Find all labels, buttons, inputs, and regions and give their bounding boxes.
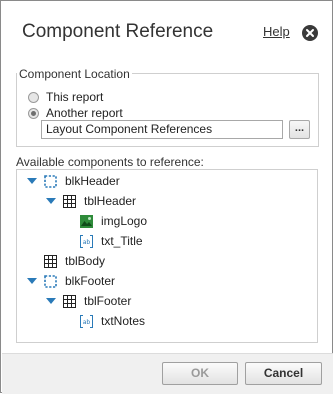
- tree-item-imglogo[interactable]: imgLogo: [80, 213, 147, 229]
- svg-text:ab: ab: [83, 319, 91, 326]
- block-icon: [44, 274, 57, 288]
- browse-button[interactable]: ...: [289, 120, 310, 139]
- components-tree[interactable]: blkHeader tblHeader imgLogo ab txt_Title: [16, 169, 318, 343]
- available-components-label: Available components to reference:: [16, 155, 204, 169]
- ok-button[interactable]: OK: [162, 362, 238, 385]
- expand-toggle-icon[interactable]: [46, 198, 56, 204]
- tree-item-label: txt_Title: [101, 234, 143, 248]
- cancel-button[interactable]: Cancel: [245, 362, 322, 385]
- expand-toggle-icon[interactable]: [27, 178, 37, 184]
- table-icon: [63, 294, 76, 308]
- report-name-input[interactable]: Layout Component References: [41, 120, 283, 139]
- help-link[interactable]: Help: [263, 24, 290, 39]
- component-location-legend: Component Location: [17, 67, 132, 81]
- expand-toggle-icon[interactable]: [46, 298, 56, 304]
- tree-item-blkheader[interactable]: blkHeader: [27, 173, 120, 189]
- tree-item-label: blkFooter: [65, 274, 116, 288]
- svg-text:ab: ab: [83, 239, 91, 246]
- tree-item-tblheader[interactable]: tblHeader: [46, 193, 136, 209]
- this-report-label: This report: [46, 90, 104, 104]
- tree-item-tblbody[interactable]: tblBody: [44, 253, 105, 269]
- tree-item-label: blkHeader: [65, 174, 120, 188]
- tree-item-label: imgLogo: [101, 214, 148, 228]
- table-icon: [63, 194, 76, 208]
- tree-item-label: tblFooter: [84, 294, 132, 308]
- tree-item-label: tblHeader: [84, 194, 137, 208]
- tree-item-tblfooter[interactable]: tblFooter: [46, 293, 131, 309]
- another-report-label: Another report: [46, 106, 123, 120]
- component-reference-dialog: Component Reference Help Component Locat…: [0, 0, 333, 394]
- image-icon: [80, 214, 93, 228]
- tree-item-label: txtNotes: [101, 314, 146, 328]
- dialog-footer: OK Cancel: [2, 353, 333, 394]
- this-report-option[interactable]: This report: [28, 90, 103, 104]
- tree-item-txtnotes[interactable]: ab txtNotes: [80, 313, 145, 329]
- tree-item-label: tblBody: [65, 254, 106, 268]
- close-icon[interactable]: [302, 25, 318, 41]
- text-field-icon: ab: [80, 314, 93, 328]
- another-report-radio[interactable]: [28, 107, 39, 119]
- this-report-radio[interactable]: [28, 91, 39, 103]
- expand-toggle-icon[interactable]: [27, 278, 37, 284]
- another-report-option[interactable]: Another report: [28, 106, 123, 120]
- text-field-icon: ab: [80, 234, 93, 248]
- tree-item-txt-title[interactable]: ab txt_Title: [80, 233, 143, 249]
- tree-item-blkfooter[interactable]: blkFooter: [27, 273, 115, 289]
- table-icon: [44, 254, 57, 268]
- dialog-title: Component Reference: [22, 21, 214, 42]
- block-icon: [44, 174, 57, 188]
